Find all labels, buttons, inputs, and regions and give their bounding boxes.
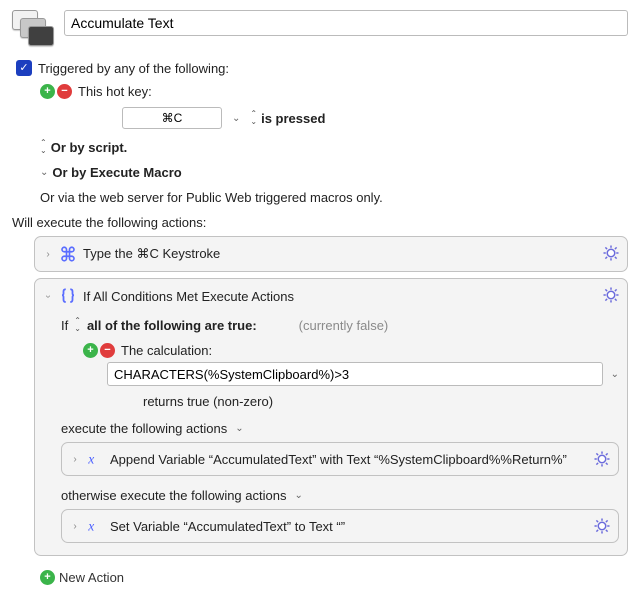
if-title-label: If All Conditions Met Execute Actions [83, 289, 294, 304]
variable-icon: x [86, 517, 104, 535]
hotkey-dropdown-icon[interactable]: ⌄ [232, 113, 240, 124]
disclosure-icon[interactable]: › [43, 291, 54, 301]
set-action-label: Set Variable “AccumulatedText” to Text “… [110, 519, 345, 534]
calc-returns-label: returns true (non-zero) [143, 394, 619, 409]
exec-following-label: execute the following actions [61, 421, 227, 436]
hotkey-heading: This hot key: [78, 84, 152, 99]
trigger-heading: Triggered by any of the following: [38, 61, 229, 76]
calculation-dropdown-icon[interactable]: ⌄ [611, 369, 619, 380]
execute-macro-chevron-icon[interactable]: ⌄ [40, 167, 48, 178]
or-script-label: Or by script. [51, 140, 128, 155]
variable-icon: x [86, 450, 104, 468]
svg-text:x: x [87, 519, 94, 534]
disclosure-icon[interactable]: › [43, 249, 53, 260]
trigger-enabled-checkbox[interactable]: ✓ [16, 60, 32, 76]
if-currently-label: (currently false) [299, 318, 389, 333]
gear-icon[interactable] [601, 285, 621, 305]
action-type-keystroke-label: Type the ⌘C Keystroke [83, 246, 220, 262]
gear-icon[interactable] [592, 516, 612, 536]
action-append-variable[interactable]: › x Append Variable “AccumulatedText” wi… [61, 442, 619, 476]
svg-text:x: x [87, 452, 94, 467]
macro-title-input[interactable] [64, 10, 628, 36]
will-execute-label: Will execute the following actions: [12, 215, 628, 230]
hotkey-state-label: is pressed [261, 111, 325, 126]
otherwise-dropdown-icon[interactable]: ⌄ [294, 490, 302, 501]
otherwise-label: otherwise execute the following actions [61, 488, 286, 503]
gear-icon[interactable] [592, 449, 612, 469]
action-if-block[interactable]: › If All Conditions Met Execute Actions … [34, 278, 628, 556]
command-icon [59, 245, 77, 263]
if-prefix: If [61, 318, 68, 333]
or-execute-macro-label: Or by Execute Macro [52, 165, 181, 180]
exec-dropdown-icon[interactable]: ⌄ [235, 423, 243, 434]
braces-icon [59, 287, 77, 305]
remove-trigger-icon[interactable]: − [57, 84, 72, 99]
action-type-keystroke[interactable]: › Type the ⌘C Keystroke [34, 236, 628, 272]
hotkey-field[interactable] [122, 107, 222, 129]
or-web-label: Or via the web server for Public Web tri… [40, 190, 383, 205]
if-mode-label: all of the following are true: [87, 318, 257, 333]
calculation-input[interactable] [107, 362, 603, 386]
append-action-label: Append Variable “AccumulatedText” with T… [110, 452, 567, 467]
hotkey-state-stepper[interactable] [250, 110, 257, 126]
disclosure-icon[interactable]: › [70, 521, 80, 532]
macro-icon [12, 10, 56, 50]
add-condition-icon[interactable]: + [83, 343, 98, 358]
remove-condition-icon[interactable]: − [100, 343, 115, 358]
script-stepper[interactable] [40, 139, 47, 155]
disclosure-icon[interactable]: › [70, 454, 80, 465]
add-action-icon: + [40, 570, 55, 585]
gear-icon[interactable] [601, 243, 621, 263]
new-action-label: New Action [59, 570, 124, 585]
calculation-heading: The calculation: [121, 343, 212, 358]
action-set-variable[interactable]: › x Set Variable “AccumulatedText” to Te… [61, 509, 619, 543]
new-action-button[interactable]: + New Action [40, 570, 628, 585]
add-trigger-icon[interactable]: + [40, 84, 55, 99]
if-mode-stepper[interactable] [74, 317, 81, 333]
